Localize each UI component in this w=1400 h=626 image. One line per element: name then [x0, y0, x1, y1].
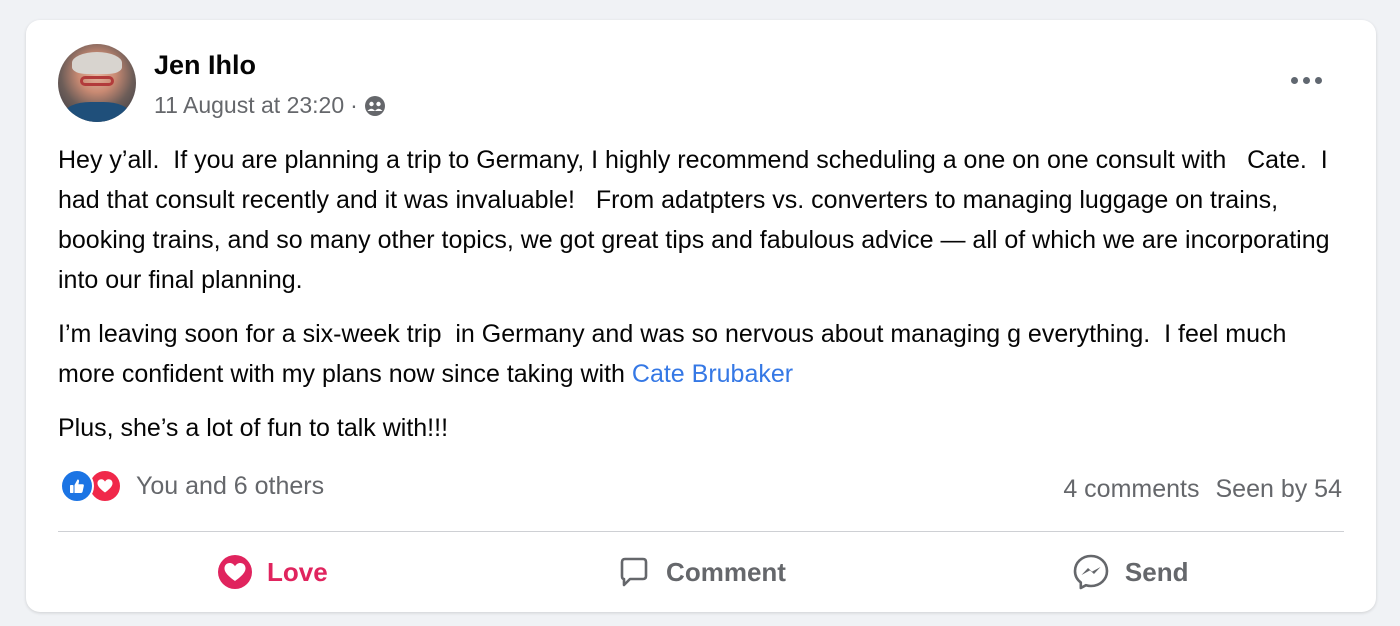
send-button[interactable]: Send: [915, 542, 1344, 602]
post-paragraph: Hey y’all. If you are planning a trip to…: [58, 146, 1337, 294]
send-label: Send: [1124, 556, 1189, 587]
author-avatar[interactable]: [58, 44, 136, 122]
meta-separator: ·: [350, 92, 358, 118]
seen-by-count[interactable]: Seen by 54: [1216, 475, 1343, 504]
comment-button[interactable]: Comment: [487, 542, 916, 602]
messenger-icon: [1071, 552, 1111, 592]
comment-icon: [616, 554, 652, 590]
love-button[interactable]: Love: [58, 542, 487, 602]
post-actions: Love Comment Send: [58, 542, 1344, 602]
author-name[interactable]: Jen Ihlo: [154, 50, 256, 81]
post-stats: 4 comments Seen by 54: [1063, 475, 1342, 504]
post-paragraph: Plus, she’s a lot of fun to talk with!!!: [58, 414, 449, 442]
love-label: Love: [266, 556, 328, 587]
post-paragraph: I’m leaving soon for a six-week trip in …: [58, 314, 1348, 394]
mention-link[interactable]: Cate Brubaker: [632, 360, 793, 388]
post-body: Hey y’all. If you are planning a trip to…: [58, 140, 1348, 462]
reactions-summary[interactable]: You and 6 others: [60, 469, 324, 503]
love-icon: [217, 554, 253, 590]
actions-divider: [58, 531, 1344, 532]
post-timestamp[interactable]: 11 August at 23:20: [154, 92, 344, 119]
post-card: Jen Ihlo 11 August at 23:20 · Hey y’all.…: [26, 20, 1376, 612]
like-icon: [60, 469, 94, 503]
post-meta: 11 August at 23:20 ·: [154, 92, 386, 119]
more-options-icon[interactable]: [1286, 70, 1326, 90]
comment-label: Comment: [666, 556, 786, 587]
reactions-text[interactable]: You and 6 others: [136, 472, 324, 501]
comments-count[interactable]: 4 comments: [1063, 475, 1199, 504]
group-icon: [364, 95, 386, 117]
